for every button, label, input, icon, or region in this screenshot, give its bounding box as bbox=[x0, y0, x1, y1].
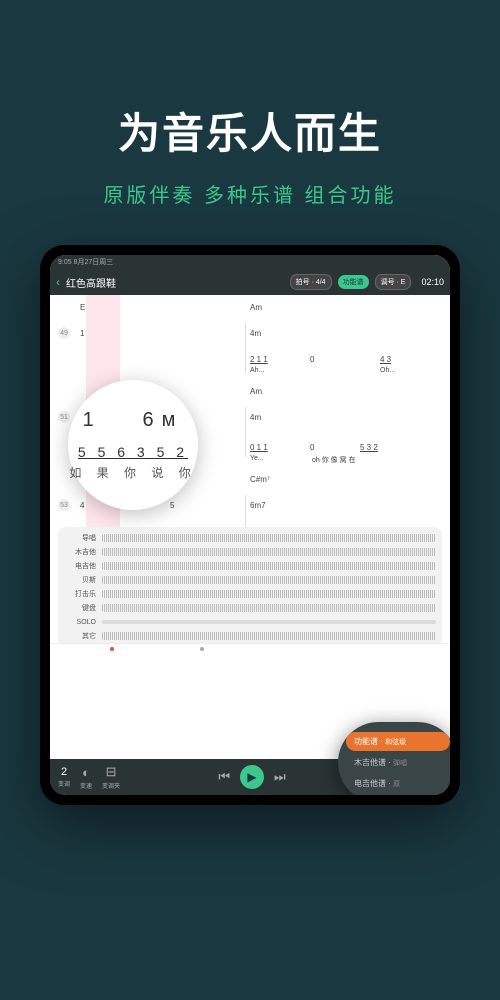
capo-control[interactable]: ⊟ 变调夹 bbox=[102, 764, 120, 790]
transpose-control[interactable]: 2 变调 bbox=[58, 766, 70, 788]
notes: 2 1 1 bbox=[250, 355, 268, 364]
zoom-magnifier: 1 6м 5 5 6 3 5 2 如 果 你 说 你 bbox=[68, 380, 198, 510]
top-bar: ‹ 红色高跟鞋 拍号 · 4/4 功能谱 调号 · E 02:10 bbox=[50, 269, 450, 295]
ruler[interactable] bbox=[50, 643, 450, 653]
chord: C#m⁷ bbox=[250, 475, 270, 484]
song-title: 红色高跟鞋 bbox=[66, 275, 116, 290]
chord-degree: 4m bbox=[250, 413, 261, 422]
timecode: 02:10 bbox=[421, 277, 444, 287]
chord: Am bbox=[250, 387, 262, 396]
back-icon[interactable]: ‹ bbox=[56, 275, 60, 289]
popup-item[interactable]: 功能谱 · 和弦级 bbox=[346, 732, 450, 751]
tempo-control[interactable]: ◐ 变速 bbox=[80, 765, 92, 790]
sheet-area[interactable]: E Am 49 1 4m 2 1 1 0 4 3 Ah... Oh... Am … bbox=[50, 295, 450, 759]
status-time: 9:05 8月27日周三 bbox=[58, 257, 113, 267]
tablet-frame: 9:05 8月27日周三 ‹ 红色高跟鞋 拍号 · 4/4 功能谱 调号 · E… bbox=[40, 245, 460, 805]
measure-number: 49 bbox=[58, 327, 70, 339]
screen: 9:05 8月27日周三 ‹ 红色高跟鞋 拍号 · 4/4 功能谱 调号 · E… bbox=[50, 255, 450, 795]
lyric: Oh... bbox=[380, 367, 395, 374]
measure-number: 51 bbox=[58, 411, 70, 423]
chord: Am bbox=[250, 303, 262, 312]
chord-degree: 5 bbox=[170, 501, 174, 510]
chord-degree: 1 bbox=[80, 329, 84, 338]
track-row[interactable]: 贝斯 bbox=[64, 573, 436, 587]
track-row[interactable]: SOLO bbox=[64, 615, 436, 629]
marker-icon bbox=[110, 647, 114, 651]
track-row[interactable]: 其它 bbox=[64, 629, 436, 643]
sheet-type-popup: 功能谱 · 和弦级 木吉他谱 · 弹唱 电吉他谱 · 原 bbox=[338, 722, 450, 795]
chord-degree: 4m bbox=[250, 329, 261, 338]
notes: 5 3 2 bbox=[360, 443, 378, 452]
track-row[interactable]: 电吉他 bbox=[64, 559, 436, 573]
track-row[interactable]: 导唱 bbox=[64, 531, 436, 545]
badge-key[interactable]: 调号 · E bbox=[375, 274, 412, 290]
badge-timesig[interactable]: 拍号 · 4/4 bbox=[290, 274, 332, 290]
capo-icon: ⊟ bbox=[106, 764, 117, 780]
gauge-icon: ◐ bbox=[82, 765, 90, 780]
popup-item[interactable]: 电吉他谱 · 原 bbox=[346, 774, 450, 793]
hero-subtitle: 原版伴奏 多种乐谱 组合功能 bbox=[0, 179, 500, 208]
badge-sheet-type[interactable]: 功能谱 bbox=[338, 275, 369, 289]
track-row[interactable]: 打击乐 bbox=[64, 587, 436, 601]
lyric: Ye... bbox=[250, 455, 264, 462]
lyric: oh 你 像 窝 在 bbox=[312, 455, 356, 465]
lyric: Ah... bbox=[250, 367, 264, 374]
notes: 0 1 1 bbox=[250, 443, 268, 452]
hero-title: 为音乐人而生 bbox=[0, 100, 500, 161]
chord-degree: 6m7 bbox=[250, 501, 266, 510]
next-icon[interactable]: ⏭ bbox=[274, 769, 286, 785]
measure-number: 53 bbox=[58, 499, 70, 511]
zoom-lyrics: 如 果 你 说 你 bbox=[69, 464, 196, 481]
status-bar: 9:05 8月27日周三 bbox=[50, 255, 450, 269]
zoom-notes: 5 5 6 3 5 2 bbox=[78, 444, 188, 460]
track-panel: 导唱 木吉他 电吉他 贝斯 打击乐 键盘 SOLO 其它 bbox=[58, 527, 442, 647]
notes: 0 bbox=[310, 355, 314, 364]
notes: 4 3 bbox=[380, 355, 391, 364]
track-row[interactable]: 键盘 bbox=[64, 601, 436, 615]
notes: 0 bbox=[310, 443, 314, 452]
play-button[interactable]: ▶ bbox=[240, 765, 264, 789]
track-row[interactable]: 木吉他 bbox=[64, 545, 436, 559]
prev-icon[interactable]: ⏮ bbox=[218, 769, 230, 785]
marker-icon bbox=[200, 647, 204, 651]
chord: E bbox=[80, 303, 85, 312]
popup-item[interactable]: 木吉他谱 · 弹唱 bbox=[346, 753, 450, 772]
chord-degree: 4 bbox=[80, 501, 84, 510]
